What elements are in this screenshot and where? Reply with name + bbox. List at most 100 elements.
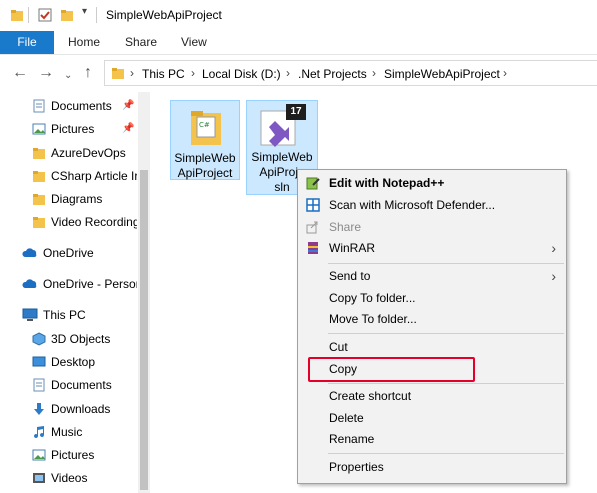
breadcrumb-separator[interactable]: › [503,66,507,80]
pin-icon[interactable]: 📌 [122,100,134,111]
window-title: SimpleWebApiProject [106,8,222,22]
nav-label: This PC [43,308,86,322]
onedrive-cloud-icon [22,279,37,288]
menu-item-send-to[interactable]: Send to › [298,265,566,287]
address-bar[interactable]: › This PC › Local Disk (D:) › .Net Proje… [104,60,597,86]
back-arrow-icon[interactable]: ← [12,64,28,82]
nav-label: Diagrams [51,192,103,206]
menu-label: Cut [329,340,348,354]
nav-label: OneDrive [43,246,94,260]
nav-label: CSharp Article Ir [51,169,137,183]
nav-item-videos[interactable]: Videos [32,468,137,488]
nav-item-pictures-pc[interactable]: Pictures [32,445,137,465]
nav-label: 3D Objects [51,332,111,346]
desktop-icon [32,356,46,367]
nav-label: Downloads [51,402,111,416]
menu-item-properties[interactable]: Properties [298,456,566,478]
menu-item-cut[interactable]: Cut [298,336,566,358]
tab-file[interactable]: File [0,31,54,54]
breadcrumb-separator[interactable]: › [191,66,195,80]
menu-label: Delete [329,411,364,425]
menu-label: Properties [329,460,384,474]
menu-separator [328,263,564,264]
breadcrumb-local-disk[interactable]: Local Disk (D:) [202,67,281,81]
nav-item-music[interactable]: Music [32,422,137,442]
menu-separator [328,383,564,384]
breadcrumb-separator[interactable]: › [372,66,376,80]
menu-item-move-to-folder[interactable]: Move To folder... [298,308,566,330]
nav-item-video-recording[interactable]: Video Recording [32,212,137,232]
menu-label: Copy To folder... [329,291,416,305]
nav-item-azuredevops[interactable]: AzureDevOps [32,143,137,163]
menu-label: Move To folder... [329,312,417,326]
tab-home[interactable]: Home [68,31,100,54]
scrollbar-thumb[interactable] [140,170,148,490]
menu-item-rename[interactable]: Rename [298,428,566,450]
downloads-arrow-icon [34,403,44,415]
recent-locations-chevron-icon[interactable]: ⌄ [64,67,72,85]
documents-icon [33,99,45,113]
copy-highlight-box [308,357,475,382]
nav-label: Pictures [51,448,95,462]
pictures-icon [32,123,46,135]
forward-arrow-icon[interactable]: → [38,64,54,82]
title-divider-2 [96,7,97,23]
new-folder-icon[interactable] [60,8,74,22]
file-item-folder[interactable]: C# SimpleWeb ApiProject [170,100,240,180]
onedrive-cloud-icon [22,248,37,257]
nav-item-3d-objects[interactable]: 3D Objects [32,329,137,349]
menu-label: WinRAR [329,241,376,255]
breadcrumb-net-projects[interactable]: .Net Projects [298,67,367,81]
breadcrumb-separator[interactable]: › [286,66,290,80]
menu-label: Rename [329,432,375,446]
menu-label: Create shortcut [329,389,412,403]
nav-item-diagrams[interactable]: Diagrams [32,189,137,209]
folder-icon [33,194,45,205]
music-note-icon [34,426,45,439]
nav-pane-scrollbar[interactable] [138,92,150,493]
nav-label: Documents [51,99,112,113]
menu-item-edit-notepad[interactable]: Edit with Notepad++ [298,172,566,194]
nav-label: AzureDevOps [51,146,126,160]
pin-icon[interactable]: 📌 [122,123,134,134]
menu-item-copy-to-folder[interactable]: Copy To folder... [298,287,566,309]
breadcrumb-simplewebapiproject[interactable]: SimpleWebApiProject [384,67,500,81]
nav-item-onedrive-personal[interactable]: OneDrive - Persor [22,274,137,294]
nav-label: Desktop [51,355,96,369]
nav-item-onedrive[interactable]: OneDrive [22,243,137,263]
menu-item-scan-defender[interactable]: Scan with Microsoft Defender... [298,194,566,216]
menu-item-share[interactable]: Share [298,216,566,238]
nav-item-desktop[interactable]: Desktop [32,352,137,372]
tab-share[interactable]: Share [125,31,157,54]
notepad-plus-plus-icon [306,177,320,190]
tab-view[interactable]: View [181,31,207,54]
title-bar: ▾ SimpleWebApiProject [0,0,597,31]
svg-text:C#: C# [199,121,210,129]
menu-label: Edit with Notepad++ [329,176,445,190]
documents-icon [33,378,45,392]
properties-check-icon[interactable] [38,8,52,22]
menu-label: Send to [329,269,371,283]
nav-item-documents-pc[interactable]: Documents [32,375,137,395]
breadcrumb-this-pc[interactable]: This PC [142,67,185,81]
folder-icon [33,171,45,182]
nav-item-this-pc[interactable]: This PC [22,305,137,325]
3d-objects-icon [32,332,46,346]
folder-icon [112,68,124,79]
winrar-icon [308,242,318,254]
nav-label: Video Recording [51,215,137,229]
menu-item-delete[interactable]: Delete [298,407,566,429]
nav-item-csharp-article[interactable]: CSharp Article Ir [32,166,137,186]
submenu-chevron-icon: › [551,240,556,256]
file-name: SimpleWeb ApiProject [174,151,236,180]
menu-item-winrar[interactable]: WinRAR › [298,237,566,259]
context-menu: Edit with Notepad++ Scan with Microsoft … [297,169,567,484]
breadcrumb-separator[interactable]: › [130,66,134,80]
up-arrow-icon[interactable]: ↑ [84,64,92,82]
title-divider [28,7,29,23]
customize-quick-access-icon[interactable]: ▾ [82,6,87,17]
computer-icon [22,308,38,321]
menu-item-create-shortcut[interactable]: Create shortcut [298,385,566,407]
nav-item-downloads[interactable]: Downloads [32,399,137,419]
pictures-icon [32,449,46,461]
